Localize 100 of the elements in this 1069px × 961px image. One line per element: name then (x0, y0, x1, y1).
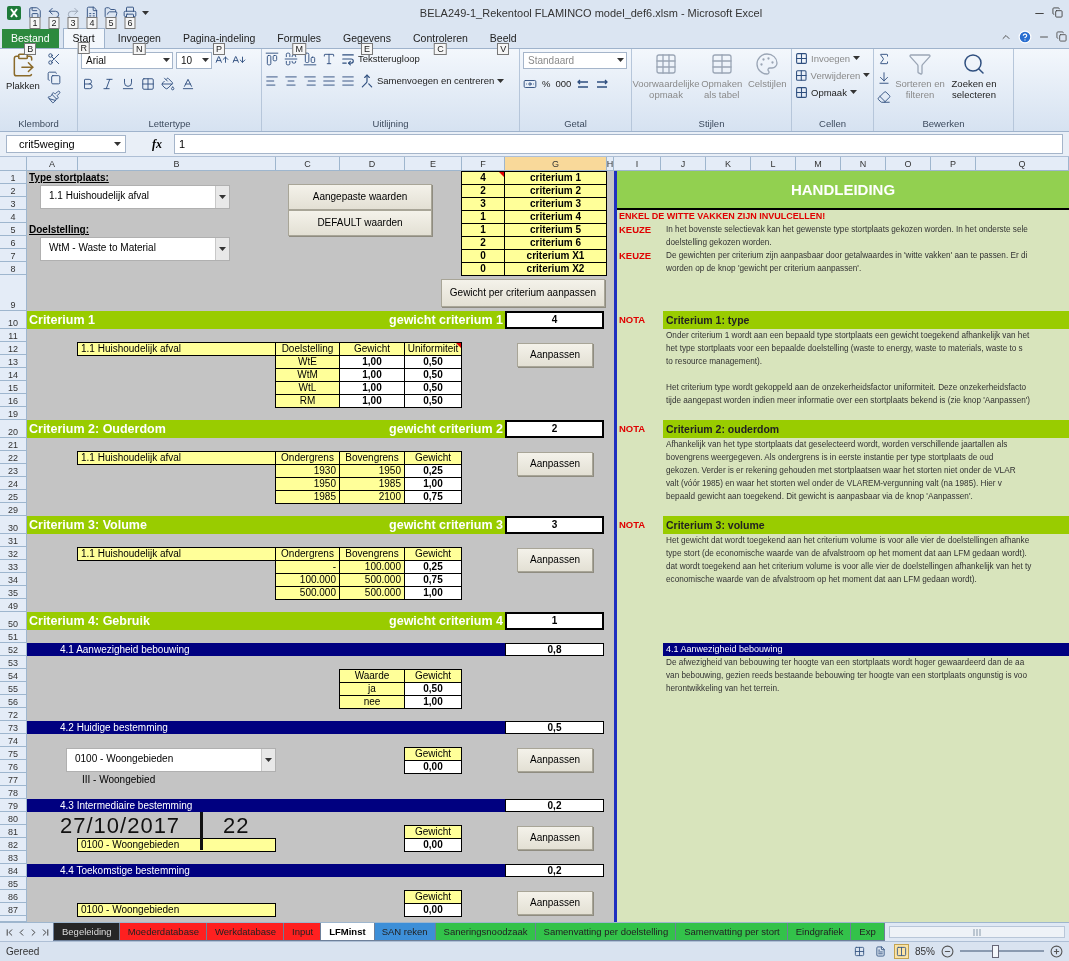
slider-thumb[interactable] (992, 945, 1000, 959)
adjust-button[interactable]: Aanpassen (517, 451, 593, 476)
sheet-tab[interactable]: Werkdatabase (205, 922, 286, 942)
column-header[interactable]: F (462, 157, 505, 171)
sheet-tab[interactable]: LFMinst (320, 922, 375, 942)
manual-title: HANDLEIDING (617, 170, 1069, 210)
align-top-icon[interactable] (265, 51, 279, 66)
column-header[interactable]: I (614, 157, 661, 171)
align-middle-icon[interactable] (284, 51, 298, 66)
keytip: N (133, 42, 146, 55)
weight-input[interactable]: 1 (505, 611, 604, 630)
fill-down-icon[interactable] (877, 70, 891, 85)
sheet-button[interactable]: DEFAULT waarden (288, 209, 432, 236)
number-format-button[interactable]: % (542, 78, 551, 90)
function-button[interactable]: fx (132, 136, 168, 152)
table-header-cell: Gewicht (404, 889, 462, 904)
scissors-icon[interactable] (47, 51, 61, 66)
copy-icon[interactable] (47, 70, 61, 85)
restore-icon[interactable] (1052, 6, 1063, 18)
destination-field[interactable]: 0100 - Woongebieden (77, 837, 276, 852)
number-format-button[interactable]: 000 (555, 78, 572, 90)
fill-color-icon[interactable] (161, 76, 175, 91)
zoom-level: 85% (915, 946, 935, 958)
editing-button[interactable]: Zoeken en selecteren (949, 51, 999, 117)
adjust-button[interactable]: Aanpassen (517, 890, 593, 915)
horizontal-scrollbar[interactable] (888, 925, 1065, 939)
zoom-in-icon[interactable] (1050, 945, 1063, 959)
decrease-decimal-icon[interactable] (595, 77, 610, 90)
align-center-icon[interactable] (284, 73, 298, 88)
sheet-tab[interactable]: Exp (850, 922, 885, 942)
sheet-tab[interactable]: Moederdatabase (118, 922, 208, 942)
column-header[interactable]: M (796, 157, 841, 171)
weight-input[interactable]: 0,8 (505, 642, 604, 656)
align-right-icon[interactable] (303, 73, 317, 88)
underline-icon[interactable] (121, 76, 135, 91)
column-header[interactable]: A (27, 157, 78, 171)
weight-input[interactable]: 3 (505, 515, 604, 534)
font-color-icon[interactable] (181, 76, 195, 91)
italic-icon[interactable] (101, 76, 115, 91)
zoom-out-icon[interactable] (941, 945, 954, 959)
orientation-icon[interactable] (322, 51, 336, 66)
column-header[interactable]: D (340, 157, 405, 171)
column-header[interactable]: L (751, 157, 796, 171)
font-select[interactable]: Arial (81, 51, 173, 69)
first-sheet-icon[interactable] (4, 926, 15, 938)
palette-icon (755, 51, 780, 76)
grid-icon (795, 68, 808, 82)
bold-icon[interactable] (81, 76, 95, 91)
sheet-tab[interactable]: Input (283, 922, 323, 942)
restore-icon[interactable] (1056, 31, 1067, 43)
destination-dropdown[interactable]: 0100 - Woongebieden (66, 747, 276, 772)
page-layout-button[interactable] (873, 944, 888, 960)
type-dropdown[interactable]: 1.1 Huishoudelijk afval (40, 184, 230, 209)
adjust-button[interactable]: Aanpassen (517, 547, 593, 572)
eraser-icon[interactable] (877, 89, 891, 104)
sheet-tab[interactable]: SAN reken (372, 922, 437, 942)
sheet-button[interactable]: Aangepaste waarden (288, 183, 432, 210)
sheet-tab[interactable]: Saneringsnoodzaak (434, 922, 537, 942)
table-header-cell: 1.1 Huishoudelijk afval (77, 450, 276, 465)
sheet-tab[interactable]: Eindgrafiek (786, 922, 853, 942)
column-header[interactable]: E (405, 157, 462, 171)
weight-input[interactable]: 0,2 (505, 863, 604, 877)
merge-center-button[interactable]: Samenvoegen en centreren (360, 73, 505, 88)
sheet-tab[interactable]: Samenvatting per stort (675, 922, 789, 942)
destination-field[interactable]: 0100 - Woongebieden (77, 902, 276, 917)
column-header[interactable]: O (886, 157, 931, 171)
weight-input[interactable]: 2 (505, 419, 604, 438)
sheet-tab[interactable]: Samenvatting per doelstelling (534, 922, 678, 942)
align-bottom-icon[interactable] (303, 51, 317, 66)
font-size-select[interactable]: 10 (176, 51, 212, 69)
column-header[interactable]: Q (976, 157, 1069, 171)
help-icon[interactable] (1018, 29, 1032, 44)
page-break-button[interactable] (894, 944, 909, 960)
weight-input[interactable]: 0,2 (505, 798, 604, 812)
paintbrush-icon[interactable] (47, 89, 61, 104)
adjust-button[interactable]: Aanpassen (517, 747, 593, 772)
adjust-button[interactable]: Aanpassen (517, 342, 593, 367)
column-header[interactable]: B (78, 157, 276, 171)
column-header[interactable]: J (661, 157, 706, 171)
borders-icon[interactable] (141, 76, 155, 91)
cells-button[interactable]: Opmaak (795, 85, 870, 99)
formula-field[interactable]: 1 (174, 134, 1063, 155)
align-left-icon[interactable] (265, 73, 279, 88)
last-sheet-icon[interactable] (40, 926, 51, 938)
table-header-cell: 1.1 Huishoudelijk afval (77, 341, 276, 356)
adjust-button[interactable]: Aanpassen (517, 825, 593, 850)
column-header[interactable]: K (706, 157, 751, 171)
name-box[interactable]: crit5weging (6, 135, 126, 154)
column-header[interactable]: P (931, 157, 976, 171)
weight-input[interactable]: 0,5 (505, 720, 604, 734)
column-header[interactable]: G (505, 157, 607, 171)
adjust-weights-button[interactable]: Gewicht per criterium aanpassen (440, 278, 605, 307)
goal-dropdown[interactable]: WtM - Waste to Material (40, 236, 230, 261)
sheet-tab[interactable]: Begeleiding (53, 922, 121, 942)
column-header[interactable]: C (276, 157, 340, 171)
increase-decimal-icon[interactable] (576, 77, 591, 90)
excel-logo-icon[interactable] (6, 5, 22, 22)
column-header[interactable]: N (841, 157, 886, 171)
sum-icon[interactable] (877, 51, 891, 66)
weight-input[interactable]: 4 (505, 310, 604, 329)
